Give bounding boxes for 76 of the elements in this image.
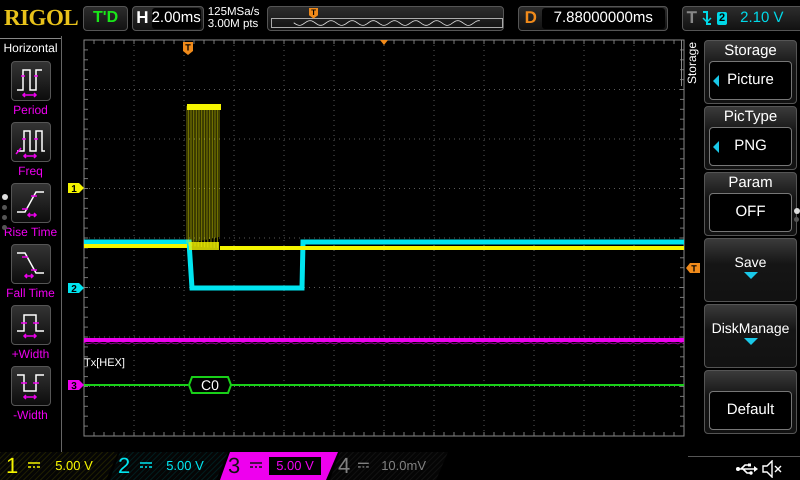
channel-tab[interactable]: 4 10.0mV [330,452,448,480]
speaker-mute-icon [762,460,782,478]
waveform-preview-icon [271,18,504,28]
channel-tab[interactable]: 2 5.00 V [110,452,228,480]
softkey-title: PicType [724,107,778,126]
channel-marker: 1 [68,183,84,195]
dc-coupling-icon [140,462,152,470]
memory-depth: 3.00M pts [208,18,260,30]
softkey-title: Save [734,253,766,272]
timebase-value: 2.00ms [152,8,201,28]
channel-scale: 5.00 V [165,457,205,476]
softkey[interactable]: PicType PNG [704,106,797,170]
measure-button[interactable] [10,61,50,101]
softkey[interactable]: DiskManage [704,304,797,368]
timebase-label: H [136,7,149,30]
channel-number: 1 [6,453,20,479]
run-status: T'D [82,6,128,30]
channel-tab[interactable]: 1 5.00 V [0,452,118,480]
trigger-box[interactable]: T 2 2.10 V [682,6,800,30]
delay-value: 7.88000000ms [542,8,665,28]
channel-number: 2 [118,453,132,479]
decode-label: Tx[HEX] [84,357,125,369]
trigger-position-marker: T [309,8,318,18]
softkey[interactable]: Default [704,370,797,434]
measure-button[interactable] [10,244,50,284]
channel-tab[interactable]: 3 5.00 V [220,452,338,480]
sample-rate: 125MSa/s [208,6,261,18]
softkey-title: DiskManage [712,319,790,338]
menu-title: Horizontal [0,38,61,57]
brand-logo: RIGOL [4,4,79,32]
measure-button[interactable] [10,366,50,406]
measure-label: Period [13,102,48,119]
left-triangle-icon [713,75,719,87]
falling-edge-icon [702,10,712,26]
trigger-position-marker: T [183,42,193,55]
measure-button[interactable] [10,305,50,345]
usb-icon [736,462,758,474]
measure-label: Fall Time [6,285,55,302]
menu-tab[interactable]: Storage [681,40,702,86]
softkey-value[interactable]: Picture [709,61,792,100]
measure-button[interactable] [10,183,50,223]
measure-label: Freq [18,163,43,180]
softkey-value[interactable]: PNG [709,127,792,166]
measure-button[interactable] [10,122,50,162]
measure-label: Rise Time [4,224,58,241]
channel-number: 3 [228,453,242,479]
softkey[interactable]: Storage Picture [704,40,797,104]
channel-marker: 3 [68,380,84,392]
softkey-title: Param [728,173,773,192]
channel-scale: 10.0mV [380,457,427,476]
channel-number: 4 [338,453,352,479]
dc-coupling-icon [28,462,40,470]
trigger-level: 2.10 V [740,8,784,28]
trigger-level-marker: T [686,263,700,274]
center-marker-icon [380,40,388,45]
trigger-source: 2 [717,12,728,24]
channel-scale: 5.00 V [268,456,322,476]
delay-label: D [524,7,537,30]
dc-coupling-icon [358,462,370,470]
delay-box[interactable]: D 7.88000000ms [518,6,668,30]
left-triangle-icon [713,141,719,153]
decode-packet: C0 [188,376,232,394]
down-triangle-icon [744,338,758,346]
dc-coupling-icon [250,462,262,470]
softkey-title: Storage [724,41,777,60]
softkey[interactable]: Save [704,238,797,302]
softkey-value[interactable]: Default [709,391,792,430]
channel-scale: 5.00 V [54,457,94,476]
softkey[interactable]: Param OFF [704,172,797,236]
softkey-value[interactable]: OFF [709,193,792,232]
measure-label: -Width [13,407,48,424]
timebase-box[interactable]: H 2.00ms [132,6,204,30]
down-triangle-icon [744,272,758,280]
measure-label: +Width [12,346,50,363]
channel-marker: 2 [68,283,84,295]
trigger-label: T [686,7,698,30]
